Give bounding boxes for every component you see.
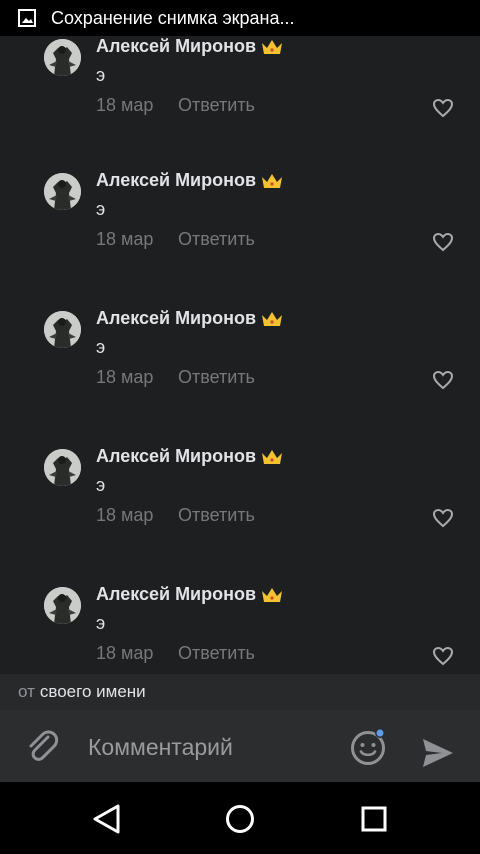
comment-date: 18 мар	[96, 643, 154, 663]
reply-button[interactable]: Ответить	[178, 229, 255, 250]
crown-icon	[262, 39, 283, 54]
author-name: Алексей Миронов	[96, 170, 257, 190]
comment-item: Алексей Миронов э 18 мар Ответить	[0, 584, 480, 674]
send-icon[interactable]	[420, 736, 456, 770]
heart-icon[interactable]	[432, 98, 454, 118]
comment-author[interactable]: Алексей Миронов	[96, 36, 283, 57]
comment-text: э	[96, 613, 106, 633]
author-name: Алексей Миронов	[96, 446, 257, 466]
comment-author[interactable]: Алексей Миронов	[96, 308, 283, 329]
comments-feed[interactable]: Алексей Миронов э 18 мар Ответить Алексе…	[0, 36, 480, 674]
status-text: Сохранение снимка экрана...	[51, 7, 295, 28]
comment-author[interactable]: Алексей Миронов	[96, 584, 283, 605]
reply-button[interactable]: Ответить	[178, 505, 255, 526]
comment-item: Алексей Миронов э 18 мар Ответить	[0, 36, 480, 139]
post-as-prefix: от	[18, 682, 35, 701]
author-name: Алексей Миронов	[96, 584, 257, 604]
comment-input[interactable]	[86, 726, 340, 768]
comment-item: Алексей Миронов э 18 мар Ответить	[0, 308, 480, 411]
comment-item: Алексей Миронов э 18 мар Ответить	[0, 446, 480, 549]
emoji-icon[interactable]	[348, 728, 388, 766]
author-name: Алексей Миронов	[96, 308, 257, 328]
crown-icon	[262, 311, 283, 326]
crown-icon	[262, 587, 283, 602]
avatar[interactable]	[44, 587, 81, 624]
comment-text: э	[96, 337, 106, 357]
comment-date: 18 мар	[96, 505, 154, 525]
back-icon[interactable]	[89, 802, 123, 836]
heart-icon[interactable]	[432, 508, 454, 528]
recents-icon[interactable]	[357, 802, 391, 836]
comment-item: Алексей Миронов э 18 мар Ответить	[0, 170, 480, 273]
crown-icon	[262, 449, 283, 464]
comment-composer	[0, 710, 480, 782]
post-as-name[interactable]: своего имени	[40, 682, 146, 702]
comment-date: 18 мар	[96, 95, 154, 115]
image-icon	[18, 9, 36, 27]
avatar[interactable]	[44, 39, 81, 76]
heart-icon[interactable]	[432, 646, 454, 666]
home-icon[interactable]	[223, 802, 257, 836]
comment-date: 18 мар	[96, 367, 154, 387]
crown-icon	[262, 173, 283, 188]
status-bar: Сохранение снимка экрана...	[0, 0, 480, 36]
comment-date: 18 мар	[96, 229, 154, 249]
comment-author[interactable]: Алексей Миронов	[96, 446, 283, 467]
avatar[interactable]	[44, 311, 81, 348]
reply-button[interactable]: Ответить	[178, 643, 255, 664]
comment-author[interactable]: Алексей Миронов	[96, 170, 283, 191]
reply-button[interactable]: Ответить	[178, 367, 255, 388]
heart-icon[interactable]	[432, 232, 454, 252]
author-name: Алексей Миронов	[96, 36, 257, 56]
avatar[interactable]	[44, 449, 81, 486]
heart-icon[interactable]	[432, 370, 454, 390]
comment-text: э	[96, 199, 106, 219]
comment-text: э	[96, 475, 106, 495]
avatar[interactable]	[44, 173, 81, 210]
system-navigation-bar	[0, 782, 480, 854]
reply-button[interactable]: Ответить	[178, 95, 255, 116]
comment-text: э	[96, 65, 106, 85]
paperclip-icon[interactable]	[24, 728, 60, 764]
post-as-selector[interactable]: от своего имени	[0, 674, 480, 710]
